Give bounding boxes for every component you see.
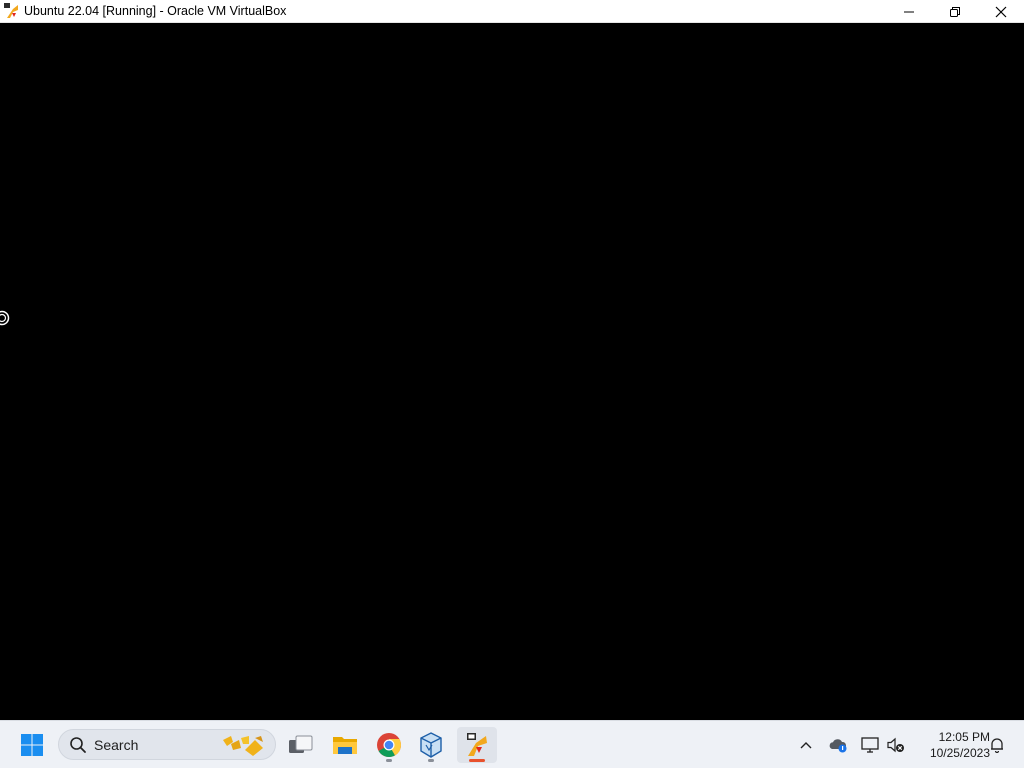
close-icon: [995, 6, 1007, 17]
search-icon: [70, 736, 86, 753]
restore-button[interactable]: [932, 0, 978, 23]
notification-button[interactable]: [986, 721, 1008, 768]
taskbar-clock[interactable]: 12:05 PM 10/25/2023: [912, 729, 990, 761]
tray-volume[interactable]: [884, 721, 908, 768]
running-indicator: [386, 759, 392, 762]
taskbar-app-chrome[interactable]: [369, 727, 409, 763]
tray-onedrive[interactable]: [826, 721, 850, 768]
taskbar-search[interactable]: Search: [58, 729, 276, 760]
network-icon: [861, 737, 879, 753]
bell-icon: [991, 738, 1003, 753]
virtualbox-vm-icon: [4, 3, 20, 19]
window-title: Ubuntu 22.04 [Running] - Oracle VM Virtu…: [24, 4, 287, 18]
chevron-up-icon: [800, 742, 812, 749]
running-indicator: [469, 759, 485, 762]
tray-network[interactable]: [858, 721, 882, 768]
tray-overflow-button[interactable]: [796, 721, 816, 768]
folder-icon: [333, 737, 357, 754]
taskbar-app-file-explorer[interactable]: [325, 727, 365, 763]
search-highlight-icon[interactable]: [219, 732, 269, 758]
close-button[interactable]: [978, 0, 1024, 23]
chrome-icon: [377, 733, 401, 758]
window-controls: [886, 0, 1024, 23]
virtualbox-vm-icon: [467, 733, 487, 756]
restore-icon: [950, 6, 960, 17]
window-titlebar[interactable]: Ubuntu 22.04 [Running] - Oracle VM Virtu…: [0, 0, 1024, 23]
virtualbox-icon: [420, 732, 442, 758]
taskbar: Search 12:05 PM 10/25/2023: [0, 720, 1024, 768]
vm-display[interactable]: [0, 23, 1024, 720]
taskbar-app-virtualbox-vm[interactable]: [457, 727, 497, 763]
task-view-icon: [289, 735, 313, 753]
taskbar-app-virtualbox-manager[interactable]: [411, 727, 451, 763]
volume-muted-icon: [887, 737, 904, 753]
windows-start-icon: [21, 734, 43, 756]
search-label: Search: [94, 736, 139, 753]
minimize-button[interactable]: [886, 0, 932, 23]
start-button[interactable]: [16, 731, 48, 759]
minimize-icon: [904, 11, 914, 12]
clock-time: 12:05 PM: [938, 730, 990, 744]
clock-date: 10/25/2023: [929, 746, 990, 760]
taskbar-app-task-view[interactable]: [281, 727, 321, 763]
running-indicator: [428, 759, 434, 762]
loading-spinner-icon: [0, 310, 10, 326]
onedrive-icon: [829, 739, 847, 753]
